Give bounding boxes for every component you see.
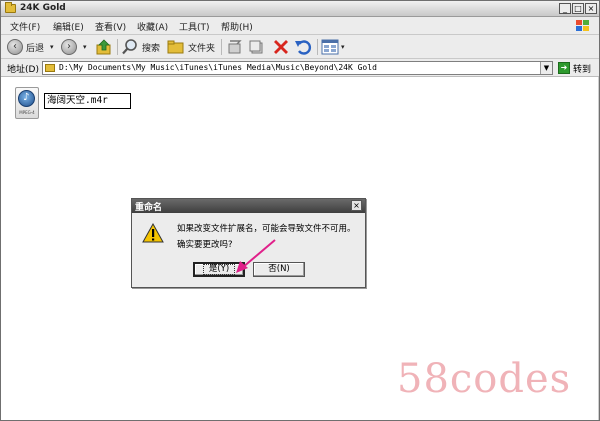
address-label: 地址(D) [7,65,39,75]
toolbar: ‹ 后退 ▾ › ▾ 搜索 文件夹 ▾ [1,35,599,59]
back-arrow-icon: ‹ [7,39,23,55]
delete-button[interactable] [272,38,290,56]
folders-button[interactable]: 文件夹 [167,38,215,56]
right-border [598,77,599,420]
dialog-title-bar[interactable]: 重命名 × [132,199,365,213]
move-to-icon [228,40,242,54]
music-note-icon: ♪ [23,92,30,103]
address-bar: 地址(D) D:\My Documents\My Music\iTunes\iT… [1,59,599,77]
back-button[interactable]: ‹ 后退 ▾ [7,38,54,56]
menu-file[interactable]: 文件(F) [10,20,40,33]
close-button[interactable]: × [585,3,597,14]
folders-icon [167,40,184,54]
menu-edit[interactable]: 编辑(E) [53,20,84,33]
views-button[interactable]: ▾ [321,38,345,56]
toolbar-separator [317,39,318,55]
forward-arrow-icon: › [61,39,77,55]
dialog-title: 重命名 [135,203,163,213]
dialog-message: 如果改变文件扩展名，可能会导致文件不可用。 [177,224,356,234]
delete-icon [274,40,288,54]
up-folder-icon [96,39,111,55]
window-title: 24K Gold [20,3,66,13]
go-button[interactable]: ➜ 转到 [558,61,591,75]
folder-icon [45,64,55,72]
move-to-button[interactable] [226,38,244,56]
pointer-arrow-annotation [236,239,276,273]
title-bar[interactable]: 24K Gold _ □ × [1,1,599,17]
chevron-down-icon[interactable]: ▾ [83,43,87,51]
views-icon [321,39,339,55]
chevron-down-icon[interactable]: ▾ [341,43,345,51]
watermark: 58codes [397,356,572,402]
address-dropdown-icon[interactable]: ▼ [540,62,552,74]
folder-icon [5,2,16,13]
copy-to-button[interactable] [248,38,266,56]
menu-help[interactable]: 帮助(H) [221,20,253,33]
go-arrow-icon: ➜ [558,62,570,74]
rename-input[interactable]: 海阔天空.m4r [44,93,131,109]
warning-icon [142,223,164,243]
search-icon [122,39,137,55]
file-type-label: MPEG-4 [19,110,35,115]
undo-icon [295,40,311,55]
maximize-button[interactable]: □ [572,3,584,14]
menu-tools[interactable]: 工具(T) [179,20,210,33]
minimize-button[interactable]: _ [559,3,571,14]
menu-bar: 文件(F) 编辑(E) 查看(V) 收藏(A) 工具(T) 帮助(H) [1,17,599,35]
address-path: D:\My Documents\My Music\iTunes\iTunes M… [59,63,377,72]
m4r-file-icon[interactable]: ♪ MPEG-4 [15,87,39,119]
menu-favorites[interactable]: 收藏(A) [137,20,168,33]
dialog-question: 确实要更改吗? [177,240,233,250]
windows-logo-icon [573,17,593,34]
address-input[interactable]: D:\My Documents\My Music\iTunes\iTunes M… [42,61,553,75]
toolbar-separator [221,39,222,55]
chevron-down-icon[interactable]: ▾ [50,43,54,51]
copy-to-icon [249,40,263,54]
menu-view[interactable]: 查看(V) [95,20,126,33]
dialog-close-button[interactable]: × [351,200,362,211]
up-folder-button[interactable] [95,38,113,56]
toolbar-separator [117,39,118,55]
undo-button[interactable] [294,38,312,56]
search-button[interactable]: 搜索 [121,38,160,56]
forward-button[interactable]: › ▾ [61,38,87,56]
